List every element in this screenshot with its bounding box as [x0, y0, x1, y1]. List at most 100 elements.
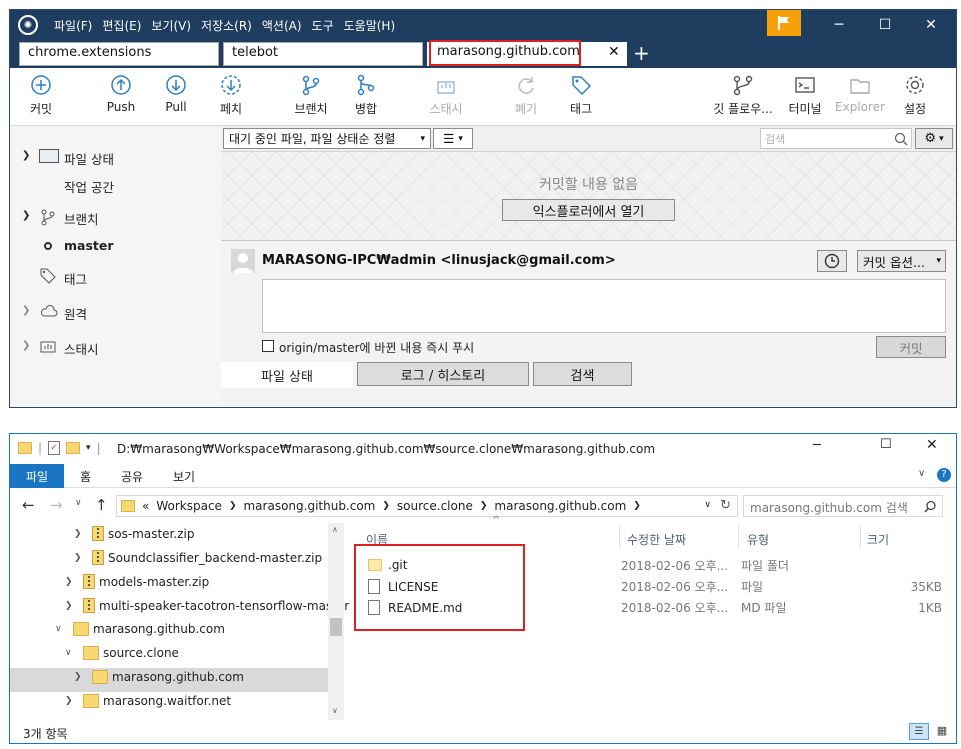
address-dropdown-icon[interactable]: ∨ — [704, 500, 711, 510]
commit-message-input[interactable] — [262, 279, 946, 333]
filter-settings-dropdown[interactable]: ⚙ ▾ — [915, 128, 953, 149]
explorer-search-input[interactable]: marasong.github.com 검색 — [743, 495, 943, 517]
tab-search[interactable]: 검색 — [533, 362, 632, 386]
commit-toolbar-button[interactable]: 커밋 — [11, 74, 71, 117]
breadcrumb-workspace[interactable]: Workspace — [156, 499, 222, 513]
tab-marasong-github-com[interactable]: marasong.github.com ✕ — [427, 40, 627, 66]
menu-actions[interactable]: 액션(A) — [262, 17, 302, 34]
recent-chevron-icon[interactable]: ∨ — [75, 498, 82, 508]
history-button[interactable] — [817, 250, 847, 272]
open-explorer-button[interactable]: 익스플로러에서 열기 — [502, 199, 675, 221]
tab-telebot[interactable]: telebot — [223, 42, 423, 66]
properties-icon[interactable]: ✓ — [48, 441, 61, 455]
up-arrow-icon[interactable]: ↑ — [95, 496, 108, 514]
ribbon-tab-home[interactable]: 홈 — [80, 468, 91, 485]
new-folder-icon[interactable] — [66, 442, 81, 454]
chevron-right-icon[interactable]: ❯ — [22, 340, 30, 351]
settings-toolbar-button[interactable]: 설정 — [885, 74, 945, 117]
stash-toolbar-button[interactable]: 스태시 — [416, 74, 476, 117]
menu-repository[interactable]: 저장소(R) — [201, 17, 252, 34]
sidebar-remotes[interactable]: 원격 — [64, 304, 87, 323]
ribbon-tab-view[interactable]: 보기 — [173, 468, 195, 485]
tab-close-icon[interactable]: ✕ — [608, 44, 620, 60]
breadcrumb-marasong-github[interactable]: marasong.github.com — [243, 499, 375, 513]
menu-tools[interactable]: 도구 — [312, 17, 334, 34]
tab-chrome-extensions[interactable]: chrome.extensions — [19, 42, 219, 66]
large-icons-view-icon[interactable]: ▦ — [932, 723, 952, 740]
commit-button[interactable]: 커밋 — [876, 336, 946, 358]
address-bar[interactable]: « Workspace ❯ marasong.github.com ❯ sour… — [116, 495, 738, 517]
ribbon-tab-file[interactable]: 파일 — [10, 464, 64, 488]
search-input[interactable]: 검색 — [760, 128, 912, 149]
tree-item[interactable]: ❯ multi-speaker-tacotron-tensorflow-maste… — [65, 598, 349, 613]
file-row[interactable]: LICENSE 2018-02-06 오후... 파일 35KB — [368, 579, 948, 594]
discard-toolbar-button[interactable]: 폐기 — [496, 74, 556, 117]
sidebar-file-status[interactable]: 파일 상태 — [64, 149, 114, 168]
column-header-date[interactable]: 수정한 날짜 — [627, 531, 686, 548]
breadcrumb-overflow[interactable]: « — [142, 499, 149, 513]
chevron-right-icon[interactable]: ❯ — [22, 305, 30, 316]
tree-item[interactable]: ❯ sos-master.zip — [74, 526, 194, 541]
refresh-icon[interactable]: ↻ — [720, 498, 731, 513]
sort-dropdown[interactable]: 대기 중인 파일, 파일 상태순 정렬 ▾ — [223, 128, 431, 149]
sidebar-workspace[interactable]: 작업 공간 — [64, 177, 114, 196]
details-view-icon[interactable]: ☰ — [909, 723, 929, 740]
terminal-toolbar-button[interactable]: 터미널 — [775, 74, 835, 117]
tree-item-selected[interactable]: ❯ marasong.github.com — [74, 670, 244, 684]
sidebar-branches[interactable]: 브랜치 — [64, 209, 99, 228]
sidebar-tags[interactable]: 태그 — [64, 269, 87, 288]
tab-file-status[interactable]: 파일 상태 — [221, 362, 353, 388]
back-arrow-icon[interactable]: ← — [22, 496, 35, 514]
minimize-button[interactable]: ─ — [813, 438, 821, 453]
breadcrumb-source-clone[interactable]: source.clone — [397, 499, 473, 513]
ribbon-tab-share[interactable]: 공유 — [121, 468, 143, 485]
pull-toolbar-button[interactable]: Pull — [146, 74, 206, 114]
commit-options-dropdown[interactable]: 커밋 옵션... ▾ — [857, 250, 946, 272]
file-row[interactable]: README.md 2018-02-06 오후... MD 파일 1KB — [368, 600, 948, 615]
forward-arrow-icon[interactable]: → — [50, 496, 63, 514]
close-button[interactable]: ✕ — [926, 437, 938, 453]
new-tab-plus-icon[interactable]: + — [633, 41, 650, 65]
menu-edit[interactable]: 편집(E) — [102, 17, 141, 34]
view-mode-dropdown[interactable]: ☰ ▾ — [433, 128, 473, 149]
tab-log-history[interactable]: 로그 / 히스토리 — [357, 362, 529, 386]
menu-file[interactable]: 파일(F) — [54, 17, 92, 34]
tree-item[interactable]: ∨ marasong.github.com — [55, 622, 225, 636]
expand-ribbon-icon[interactable]: ∨ — [918, 468, 925, 479]
push-toolbar-button[interactable]: Push — [91, 74, 151, 114]
maximize-button[interactable]: ☐ — [880, 437, 892, 452]
maximize-button[interactable]: ☐ — [862, 10, 908, 40]
push-checkbox[interactable] — [262, 340, 274, 352]
sidebar-branch-master[interactable]: master — [64, 238, 114, 253]
tree-item[interactable]: ❯ models-master.zip — [65, 574, 209, 589]
close-button[interactable]: ✕ — [908, 10, 954, 40]
notification-flag-button[interactable] — [767, 10, 801, 36]
help-icon[interactable]: ? — [937, 468, 951, 482]
gitflow-toolbar-button[interactable]: 깃 플로우... — [711, 74, 775, 117]
tree-scrollbar[interactable]: ∧ ∨ — [328, 523, 344, 720]
chevron-down-icon[interactable]: ❯ — [22, 150, 30, 161]
merge-toolbar-button[interactable]: 병합 — [336, 74, 396, 117]
scroll-down-icon[interactable]: ∨ — [332, 706, 338, 715]
tag-icon — [40, 268, 56, 284]
file-row[interactable]: .git 2018-02-06 오후... 파일 폴더 — [368, 558, 948, 573]
tag-toolbar-button[interactable]: 태그 — [551, 74, 611, 117]
explorer-toolbar-button[interactable]: Explorer — [830, 74, 890, 114]
chevron-down-icon[interactable]: ❯ — [22, 210, 30, 221]
column-header-size[interactable]: 크기 — [867, 531, 889, 548]
folder-icon — [83, 694, 99, 708]
menu-view[interactable]: 보기(V) — [151, 17, 191, 34]
fetch-toolbar-button[interactable]: 페치 — [201, 74, 261, 117]
column-header-type[interactable]: 유형 — [747, 531, 769, 548]
scroll-thumb[interactable] — [330, 618, 342, 636]
tree-item[interactable]: ❯ marasong.waitfor.net — [65, 694, 231, 708]
minimize-button[interactable]: ─ — [816, 10, 862, 40]
tree-item[interactable]: ❯ Soundclassifier_backend-master.zip — [74, 550, 322, 565]
sidebar-stashes[interactable]: 스태시 — [64, 339, 99, 358]
scroll-up-icon[interactable]: ∧ — [332, 525, 338, 534]
breadcrumb-current[interactable]: marasong.github.com — [494, 499, 626, 513]
menu-help[interactable]: 도움말(H) — [344, 17, 396, 34]
tree-item[interactable]: ∨ source.clone — [65, 646, 179, 660]
branch-toolbar-button[interactable]: 브랜치 — [281, 74, 341, 117]
customize-toolbar-icon[interactable]: ▾ — [86, 443, 91, 453]
